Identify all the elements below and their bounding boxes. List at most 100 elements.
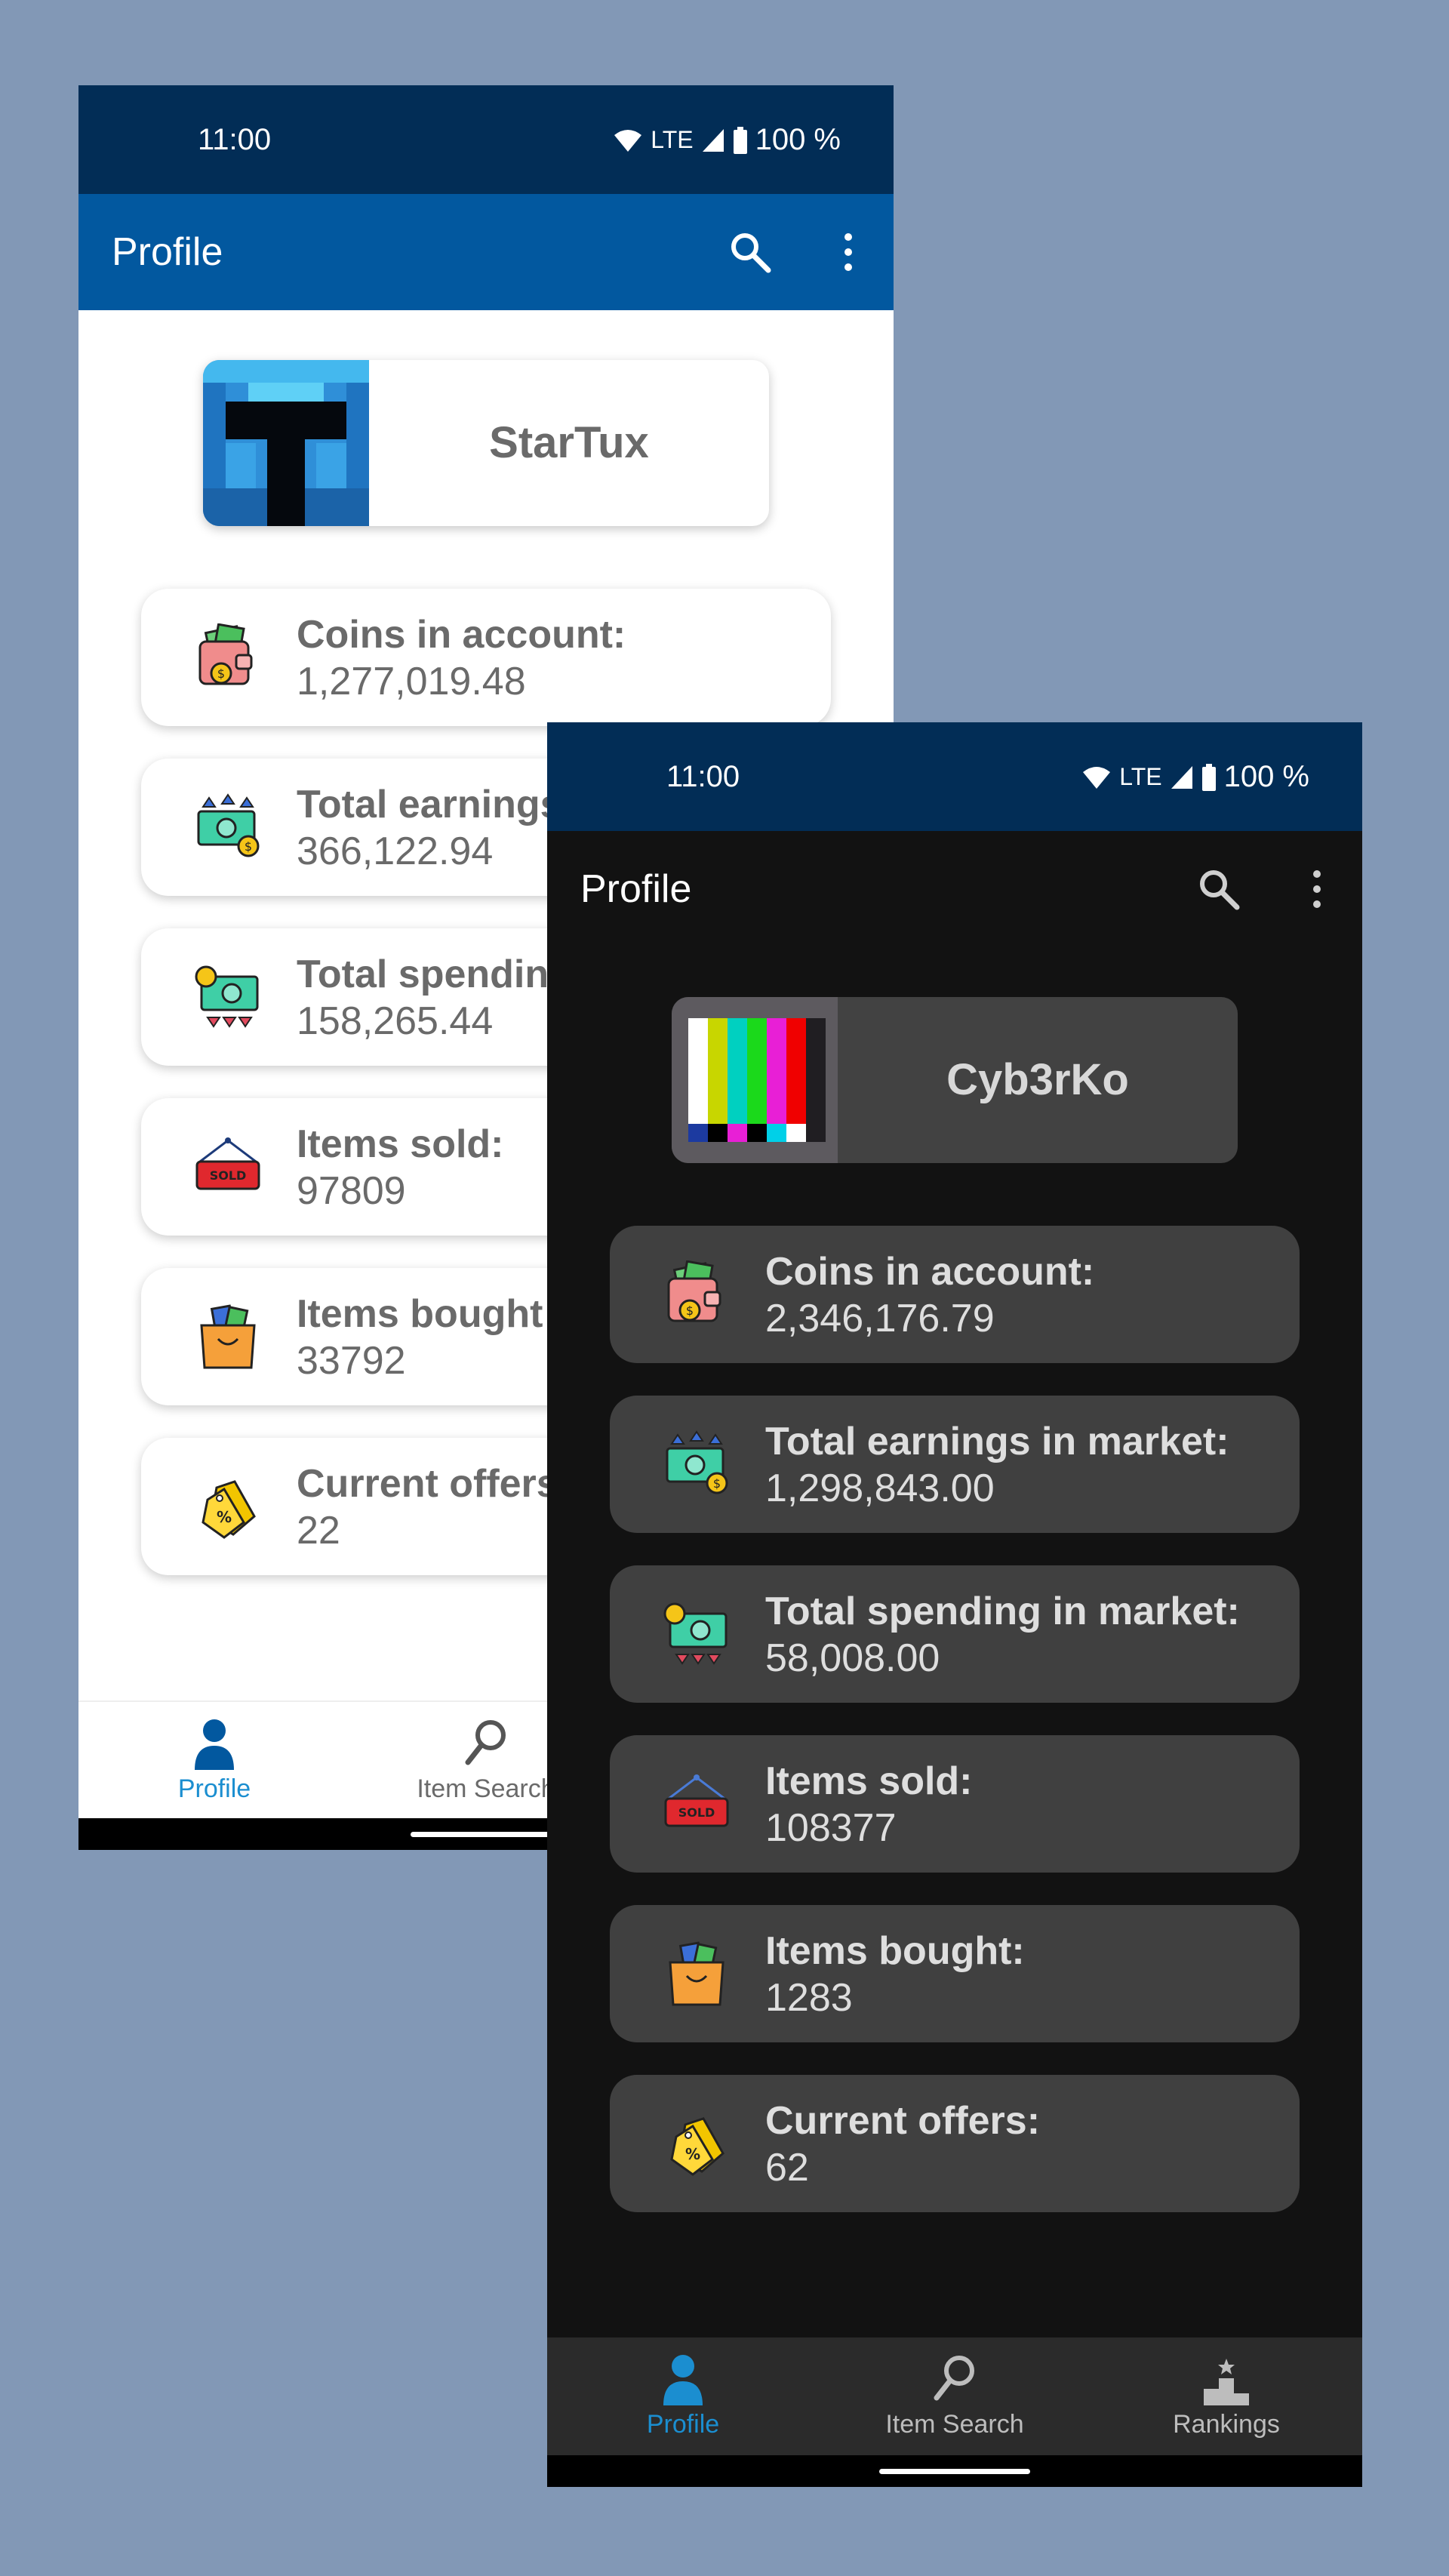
bottom-nav: Profile Item Search Rankings (547, 2337, 1362, 2455)
shopping-bag-icon (200, 1304, 256, 1369)
shopping-bag-icon (669, 1941, 724, 2006)
stat-value: 1283 (765, 1976, 853, 2020)
discount-tag-icon: % (670, 2117, 724, 2176)
network-label: LTE (651, 126, 694, 153)
nav-label: Profile (177, 1774, 251, 1803)
battery-icon (1201, 763, 1216, 791)
nav-item-search[interactable]: Item Search (819, 2337, 1091, 2455)
money-up-icon: $ (197, 793, 260, 857)
signal-icon (1171, 765, 1192, 789)
stat-label: Items sold: (765, 1759, 973, 1803)
stat-value: 366,122.94 (297, 829, 494, 873)
svg-text:$: $ (713, 1476, 721, 1491)
helmet-avatar-icon (203, 360, 369, 526)
nav-label: Item Search (885, 2410, 1024, 2439)
stat-sold-card: SOLD Items sold: 108377 (610, 1735, 1300, 1873)
stat-label: Total earnings in market: (765, 1420, 1229, 1463)
money-down-icon (663, 1602, 728, 1665)
user-card: StarTux (203, 360, 769, 526)
test-pattern-avatar-icon (672, 997, 838, 1163)
stat-value: 1,277,019.48 (297, 660, 526, 703)
stat-label: Total earnings (297, 783, 562, 826)
status-time: 11:00 (666, 760, 740, 793)
money-down-icon (195, 965, 259, 1028)
stat-label: Coins in account: (765, 1250, 1095, 1294)
status-icons: LTE 100 % (1081, 760, 1309, 794)
page-title: Profile (112, 230, 223, 274)
nav-rankings[interactable]: Rankings (1091, 2337, 1362, 2455)
sold-sign-icon: SOLD (195, 1137, 260, 1190)
magnifier-icon (465, 1720, 506, 1765)
stat-label: Items sold: (297, 1122, 504, 1166)
svg-text:%: % (685, 2145, 700, 2163)
status-bar: 11:00 LTE 100 % (78, 85, 894, 194)
stat-coins-card: $ Coins in account: 1,277,019.48 (141, 589, 831, 726)
user-card: Cyb3rKo (672, 997, 1238, 1163)
stat-label: Items bought: (765, 1929, 1025, 1973)
status-icons: LTE 100 % (613, 123, 841, 157)
signal-icon (702, 128, 724, 152)
home-indicator[interactable] (879, 2469, 1030, 2474)
wifi-icon (614, 129, 642, 152)
phone-dark-theme: 11:00 LTE 100 % Profile Cyb3rKo $ Coins … (547, 722, 1362, 2487)
nav-label: Profile (646, 2410, 720, 2439)
more-vert-icon[interactable] (833, 229, 863, 275)
stat-spending-card: Total spending in market: 58,008.00 (610, 1565, 1300, 1703)
stat-value: 58,008.00 (765, 1636, 940, 1680)
home-indicator[interactable] (411, 1832, 561, 1837)
battery-label: 100 % (755, 123, 841, 156)
stat-label: Current offers (297, 1462, 558, 1506)
search-icon[interactable] (728, 229, 773, 275)
stat-label: Coins in account: (297, 613, 626, 657)
network-label: LTE (1119, 763, 1162, 790)
stat-label: Items bought (297, 1292, 543, 1336)
sold-sign-text: SOLD (678, 1805, 715, 1820)
stat-value: 2,346,176.79 (765, 1297, 995, 1340)
stat-label: Total spending in market: (765, 1590, 1240, 1633)
stat-label: Current offers: (765, 2099, 1041, 2143)
status-time: 11:00 (198, 123, 272, 156)
search-icon[interactable] (1196, 866, 1241, 912)
stat-value: 1,298,843.00 (765, 1467, 995, 1510)
stat-list: $ Coins in account: 2,346,176.79 $ Total… (610, 1226, 1300, 2245)
stat-value: 108377 (765, 1806, 897, 1850)
stat-value: 97809 (297, 1169, 406, 1213)
stat-value: 33792 (297, 1339, 406, 1383)
app-bar: Profile (78, 194, 894, 310)
stat-label: Total spendin (297, 953, 549, 996)
wallet-icon: $ (198, 623, 253, 685)
podium-icon (1204, 2359, 1249, 2405)
app-bar: Profile (547, 831, 1362, 947)
user-name: StarTux (489, 418, 649, 467)
stat-bought-card: Items bought: 1283 (610, 1905, 1300, 2042)
nav-profile[interactable]: Profile (547, 2337, 819, 2455)
svg-text:$: $ (686, 1303, 694, 1318)
user-name: Cyb3rKo (946, 1055, 1129, 1104)
stat-coins-card: $ Coins in account: 2,346,176.79 (610, 1226, 1300, 1363)
stat-value: 158,265.44 (297, 999, 494, 1043)
money-up-icon: $ (666, 1430, 728, 1494)
magnifier-icon (934, 2356, 974, 2401)
stat-value: 22 (297, 1509, 340, 1553)
sold-sign-text: SOLD (210, 1168, 247, 1183)
person-icon (195, 1719, 234, 1770)
wallet-icon: $ (667, 1260, 721, 1322)
wifi-icon (1083, 766, 1111, 789)
stat-earnings-card: $ Total earnings in market: 1,298,843.00 (610, 1396, 1300, 1533)
status-bar: 11:00 LTE 100 % (547, 722, 1362, 831)
gesture-bar (547, 2455, 1362, 2487)
nav-label: Rankings (1173, 2410, 1280, 2439)
svg-text:%: % (217, 1508, 232, 1526)
person-icon (663, 2355, 703, 2405)
discount-tag-icon: % (202, 1480, 256, 1539)
stat-value: 62 (765, 2146, 809, 2190)
more-vert-icon[interactable] (1302, 866, 1332, 912)
sold-sign-icon: SOLD (664, 1774, 729, 1827)
page-title: Profile (580, 867, 692, 911)
battery-label: 100 % (1223, 760, 1309, 793)
nav-profile[interactable]: Profile (78, 1702, 350, 1820)
svg-text:$: $ (245, 839, 252, 854)
battery-icon (733, 126, 747, 154)
svg-text:$: $ (217, 666, 225, 681)
stat-offers-card: % Current offers: 62 (610, 2075, 1300, 2212)
